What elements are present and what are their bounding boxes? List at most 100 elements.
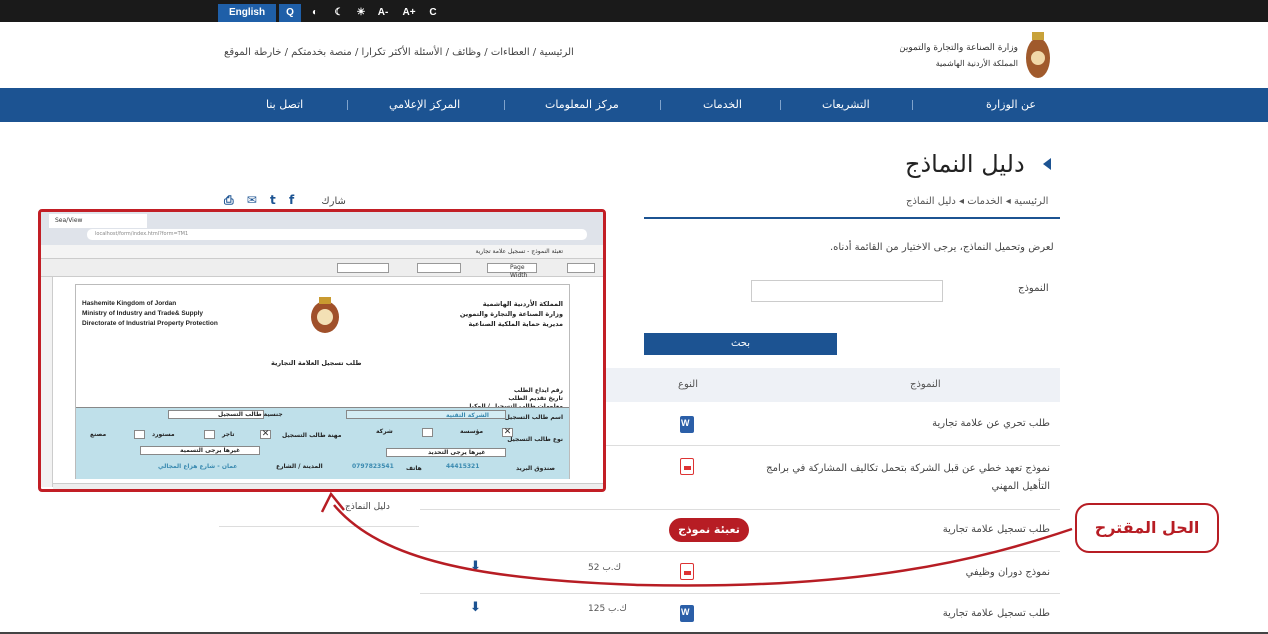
svg-text:المملكة الأردنية الهاشمية: المملكة الأردنية الهاشمية bbox=[936, 58, 1018, 68]
search-icon[interactable]: Q bbox=[279, 4, 301, 22]
print-icon[interactable]: ⎙ bbox=[224, 193, 234, 208]
type-option: مؤسسة bbox=[460, 428, 484, 435]
pobox-label: صندوق البريد bbox=[516, 465, 556, 472]
job-label: مهنة طالب التسجيل bbox=[282, 432, 342, 439]
top-utility-bar: English Q ◐ ☾ ☀ A- A+ C bbox=[0, 0, 1268, 22]
contrast-icon[interactable]: ◐ bbox=[304, 4, 326, 22]
moon-icon[interactable]: ☾ bbox=[328, 4, 350, 22]
city-label: المدينة / الشارع bbox=[276, 463, 323, 470]
table-row[interactable]: طلب تسجيل علامة تجارية 125 ك.ب ⬇ bbox=[420, 594, 1060, 632]
word-doc-icon[interactable] bbox=[680, 605, 694, 622]
type-institution-check[interactable]: ✕ bbox=[502, 428, 513, 437]
reset-icon[interactable]: C bbox=[422, 4, 444, 22]
english-button[interactable]: English bbox=[218, 4, 276, 22]
file-size: 52 ك.ب bbox=[588, 563, 622, 573]
nav-divider bbox=[780, 100, 781, 110]
job-option: تاجر bbox=[222, 431, 235, 438]
email-icon[interactable]: ✉ bbox=[247, 193, 257, 207]
job-option: مستورد bbox=[152, 431, 175, 438]
job-manufacturer-check[interactable] bbox=[134, 430, 145, 439]
job-importer-check[interactable] bbox=[204, 430, 215, 439]
type-company-check[interactable] bbox=[422, 428, 433, 437]
nav-divider bbox=[660, 100, 661, 110]
file-size: 125 ك.ب bbox=[588, 604, 627, 614]
nav-info-center[interactable]: مركز المعلومات bbox=[545, 98, 619, 111]
proposed-solution-callout: الحل المقترح bbox=[1075, 503, 1219, 553]
page-input[interactable] bbox=[417, 263, 461, 273]
ar-line: وزارة الصناعة والتجارة والتموين bbox=[459, 310, 563, 318]
header-english: Hashemite Kingdom of Jordan Ministry of … bbox=[82, 299, 218, 329]
viewer-toolbar: Page Width bbox=[41, 259, 603, 279]
meta-line: رقم ايداع الطلب bbox=[513, 387, 563, 394]
header-links[interactable]: الرئيسية / العطاءات / وظائف / الأسئلة ال… bbox=[224, 47, 574, 58]
toolbar-buttons[interactable] bbox=[567, 263, 595, 273]
applicant-value: الشركة التقنية bbox=[446, 412, 489, 419]
row-name[interactable]: طلب تحري عن علامة تجارية bbox=[932, 418, 1050, 429]
job-option: مصنع bbox=[90, 431, 107, 438]
header-arabic: المملكة الأردنية الهاشمية وزارة الصناعة … bbox=[460, 299, 563, 329]
ministry-logo[interactable]: وزارة الصناعة والتجارة والتموين المملكة … bbox=[900, 28, 1060, 84]
nav-divider bbox=[347, 100, 348, 110]
sun-icon[interactable]: ☀ bbox=[350, 4, 372, 22]
vertical-scrollbar[interactable] bbox=[41, 277, 53, 487]
download-icon[interactable]: ⬇ bbox=[470, 600, 481, 615]
form-field-label: النموذج bbox=[1018, 283, 1049, 294]
nav-legislation[interactable]: التشريعات bbox=[822, 98, 870, 111]
nav-media-center[interactable]: المركز الإعلامي bbox=[389, 98, 460, 111]
search-button[interactable]: بحث bbox=[644, 333, 837, 355]
sidebar-link-forms[interactable]: دليل النماذج bbox=[345, 502, 390, 512]
nav-about[interactable]: عن الوزارة bbox=[986, 98, 1036, 111]
address-bar[interactable]: localhost/form/index.html?form=TM1 bbox=[87, 229, 587, 240]
en-line: Directorate of Industrial Property Prote… bbox=[82, 320, 218, 327]
horizontal-scrollbar[interactable] bbox=[53, 483, 603, 489]
job-other-label: غيرها يرجى التسمية bbox=[180, 447, 241, 454]
table-row[interactable]: نموذج دوران وظيفي 52 ك.ب ⬇ bbox=[420, 552, 1060, 594]
city-value: عمان - شارع هزاع المجالي bbox=[158, 463, 238, 470]
fill-form-label: تعبئة نموذج bbox=[669, 518, 749, 542]
share-bar: ⎙ ✉ t f شارك bbox=[224, 193, 346, 208]
twitter-icon[interactable]: t bbox=[270, 193, 276, 207]
nationality-label: جنسية طالب التسجيل bbox=[218, 411, 283, 418]
browser-tab[interactable]: Sea/View bbox=[49, 214, 147, 228]
header bbox=[0, 22, 1268, 88]
phone-value: 0797823541 bbox=[352, 463, 394, 470]
title-marker-icon bbox=[1043, 158, 1051, 170]
word-doc-icon[interactable] bbox=[680, 416, 694, 433]
row-name[interactable]: نموذج دوران وظيفي bbox=[966, 567, 1050, 578]
pdf-doc-icon[interactable] bbox=[680, 563, 694, 580]
en-line: Ministry of Industry and Trade& Supply bbox=[82, 310, 203, 317]
type-option: شركة bbox=[376, 428, 393, 435]
pobox-value: 44415321 bbox=[446, 463, 480, 470]
sidebar-divider bbox=[219, 526, 419, 527]
nav-divider bbox=[504, 100, 505, 110]
font-increase-button[interactable]: A+ bbox=[398, 4, 420, 22]
job-trader-check[interactable]: ✕ bbox=[260, 430, 271, 439]
row-name[interactable]: طلب تسجيل علامة تجارية bbox=[943, 608, 1050, 619]
page-description: لعرض وتحميل النماذج، يرجى الاختيار من ال… bbox=[830, 242, 1054, 253]
download-icon[interactable]: ⬇ bbox=[470, 559, 481, 574]
form-title: طلب تسجيل العلامة التجارية bbox=[271, 359, 362, 367]
breadcrumb[interactable]: الرئيسية ◂ الخدمات ◂ دليل النماذج bbox=[906, 196, 1048, 207]
en-line: Hashemite Kingdom of Jordan bbox=[82, 300, 177, 307]
nav-services[interactable]: الخدمات bbox=[703, 98, 742, 111]
row-name[interactable]: نموذج تعهد خطي عن قبل الشركة بتحمل تكالي… bbox=[750, 460, 1050, 496]
facebook-icon[interactable]: f bbox=[289, 193, 294, 207]
nav-contact[interactable]: اتصل بنا bbox=[266, 98, 303, 111]
row-name[interactable]: طلب تسجيل علامة تجارية bbox=[943, 524, 1050, 535]
browser-chrome: Sea/View localhost/form/index.html?form=… bbox=[41, 212, 603, 245]
page-width-select[interactable]: Page Width bbox=[487, 263, 537, 279]
ar-line: مديرية حماية الملكية الصناعية bbox=[468, 320, 563, 328]
meta-line: تاريخ تقديم الطلب bbox=[508, 395, 563, 402]
zoom-select[interactable] bbox=[337, 263, 389, 273]
ar-line: المملكة الأردنية الهاشمية bbox=[482, 300, 563, 308]
dialog-title: تعبئة النموذج - تسجيل علامة تجارية bbox=[41, 245, 603, 259]
col-name: النموذج bbox=[910, 379, 941, 390]
form-fill-screenshot: Sea/View localhost/form/index.html?form=… bbox=[38, 209, 606, 492]
form-search-input[interactable] bbox=[751, 280, 943, 302]
pdf-doc-icon[interactable] bbox=[680, 458, 694, 475]
title-underline bbox=[644, 217, 1060, 219]
form-document: Hashemite Kingdom of Jordan Ministry of … bbox=[75, 284, 570, 479]
type-label: نوع طالب التسجيل bbox=[507, 436, 563, 443]
font-decrease-button[interactable]: A- bbox=[372, 4, 394, 22]
col-type: النوع bbox=[678, 379, 698, 390]
